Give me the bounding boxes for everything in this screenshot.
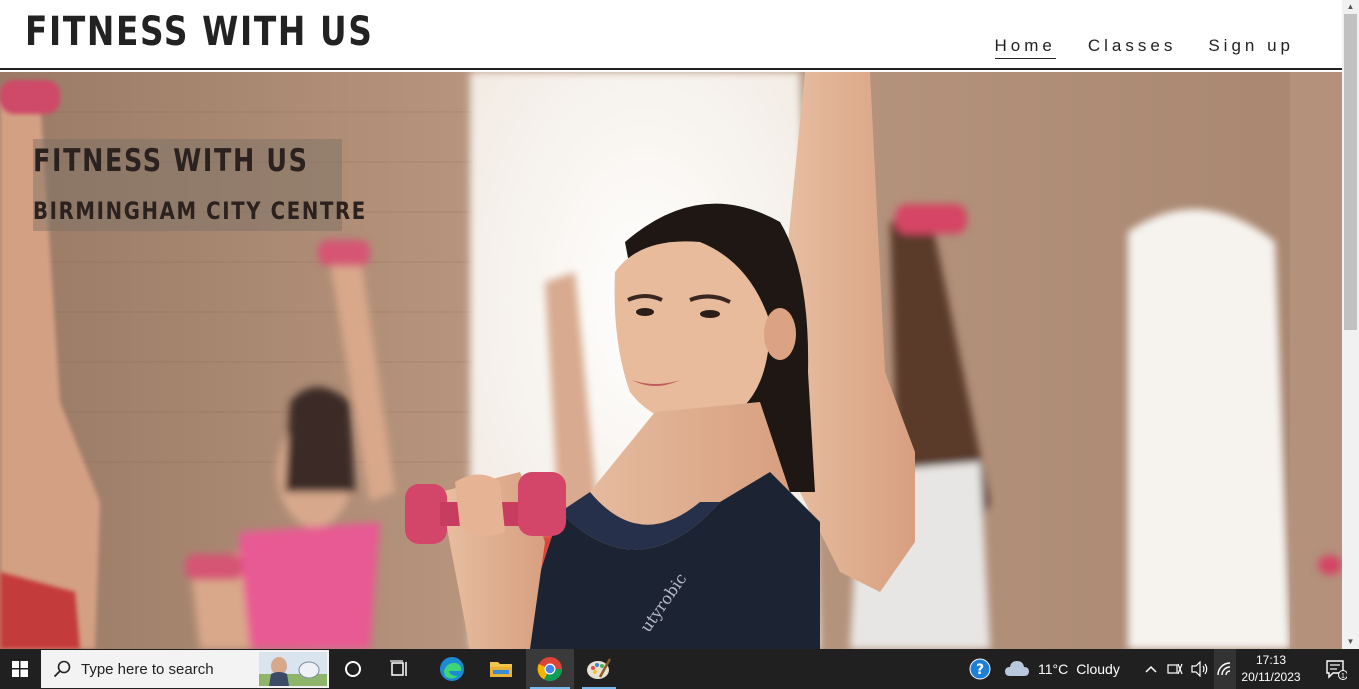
file-explorer-button[interactable] (478, 649, 524, 689)
task-view-icon (390, 660, 407, 676)
start-button[interactable] (0, 649, 40, 689)
cloud-icon (1005, 661, 1029, 676)
nav-classes-link[interactable]: Classes (1088, 36, 1176, 59)
notification-count: 1 (1341, 673, 1345, 680)
weather-temp: 11°C (1038, 661, 1069, 677)
help-button[interactable]: ? (966, 649, 994, 689)
network-button[interactable] (1214, 649, 1236, 689)
keyboard-icon (1167, 663, 1183, 675)
clock-date: 20/11/2023 (1241, 670, 1301, 684)
hero-subtitle: BIRMINGHAM CITY CENTRE (33, 197, 367, 225)
action-center-button[interactable]: 1 (1312, 649, 1359, 689)
chrome-icon (537, 657, 562, 682)
notification-icon: 1 (1325, 660, 1347, 680)
chevron-up-icon (1145, 665, 1157, 673)
scroll-up-arrow-icon[interactable]: ▲ (1342, 0, 1359, 14)
input-indicator-button[interactable] (1164, 649, 1186, 689)
hero-caption: FITNESS WITH US BIRMINGHAM CITY CENTRE (33, 139, 365, 231)
page-scrollbar[interactable]: ▲ ▼ (1342, 0, 1359, 649)
edge-icon (440, 657, 464, 681)
svg-text:?: ? (976, 662, 984, 678)
cortana-button[interactable] (333, 649, 373, 689)
windows-taskbar: Type here to search ? 11°C Cloudy 17:13 … (0, 649, 1359, 689)
clock-time: 17:13 (1255, 653, 1287, 667)
paint-button[interactable] (578, 649, 620, 689)
site-header: FITNESS WITH US Home Classes Sign up (0, 0, 1342, 70)
taskbar-clock[interactable]: 17:13 20/11/2023 (1236, 652, 1306, 686)
main-nav: Home Classes Sign up (994, 36, 1295, 59)
volume-button[interactable] (1188, 649, 1212, 689)
weather-widget[interactable]: 11°C Cloudy (1004, 649, 1132, 689)
wifi-icon (1217, 662, 1231, 676)
hero-title: FITNESS WITH US (33, 143, 309, 179)
nav-signup-link[interactable]: Sign up (1208, 36, 1294, 59)
search-placeholder: Type here to search (81, 660, 214, 678)
paint-icon (587, 658, 612, 679)
show-hidden-icons-button[interactable] (1140, 649, 1162, 689)
edge-button[interactable] (430, 649, 474, 689)
scroll-thumb[interactable] (1344, 14, 1357, 330)
nav-home-link[interactable]: Home (994, 36, 1056, 59)
task-view-button[interactable] (380, 649, 420, 689)
windows-logo-icon (12, 661, 28, 677)
taskbar-search-box[interactable]: Type here to search (41, 650, 329, 688)
browser-viewport: FITNESS WITH US Home Classes Sign up uty… (0, 0, 1342, 649)
weather-condition: Cloudy (1076, 661, 1120, 677)
scroll-down-arrow-icon[interactable]: ▼ (1342, 635, 1359, 649)
chrome-button[interactable] (526, 649, 574, 689)
search-icon (53, 660, 71, 678)
hero-section: utyrobic FITNESS WITH US BIRMINGHAM CITY… (0, 72, 1342, 649)
search-highlight-image (259, 652, 327, 686)
speaker-icon (1191, 661, 1208, 677)
help-icon: ? (969, 658, 991, 680)
site-brand[interactable]: FITNESS WITH US (25, 9, 374, 55)
cortana-icon (345, 661, 361, 677)
file-explorer-icon (490, 662, 512, 677)
